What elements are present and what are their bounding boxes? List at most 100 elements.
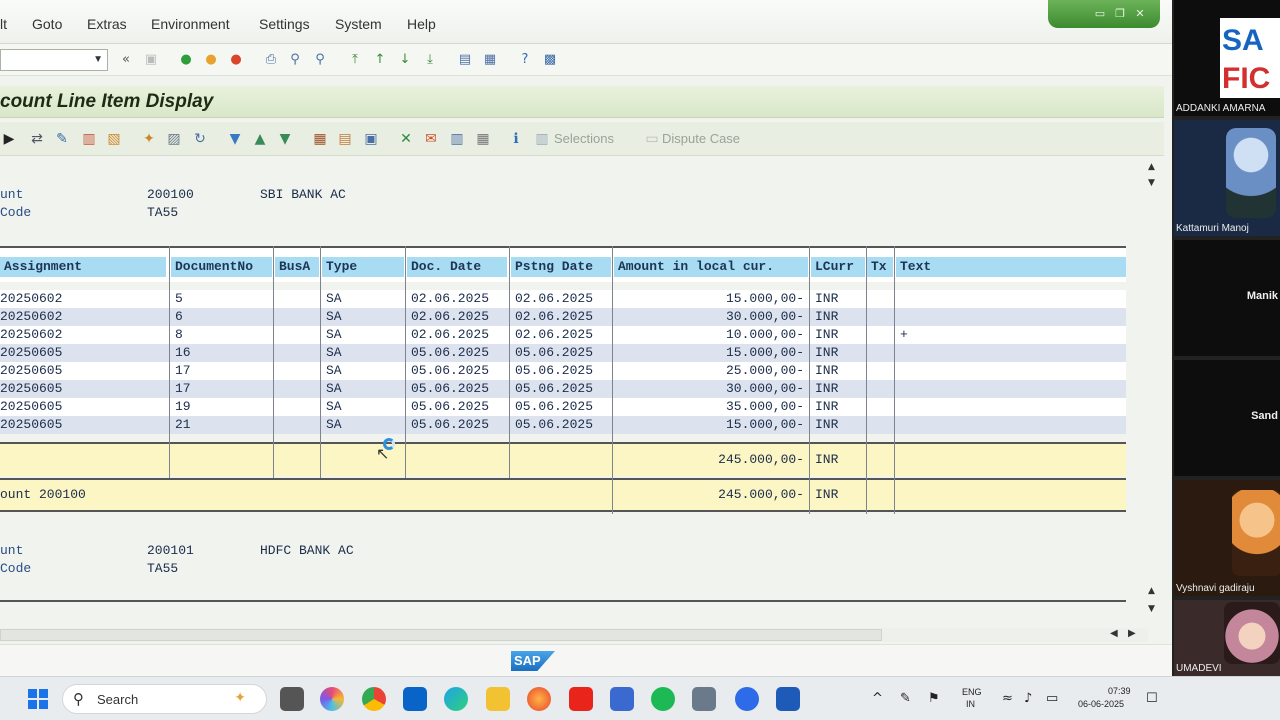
column-header-posting-date[interactable]: Pstng Date: [511, 257, 611, 277]
spotify-icon[interactable]: [651, 687, 675, 711]
wifi-icon[interactable]: ≈: [1002, 691, 1013, 706]
word-icon[interactable]: [776, 687, 800, 711]
menu-system[interactable]: System: [335, 16, 382, 32]
scroll-up-icon[interactable]: ▲: [1148, 162, 1155, 172]
column-header-lcurr[interactable]: LCurr: [811, 257, 865, 277]
menu-environment[interactable]: Environment: [151, 16, 230, 32]
new-session-icon[interactable]: ▤: [457, 52, 473, 68]
previous-page-icon[interactable]: ↑: [372, 52, 388, 68]
participant-tile[interactable]: Manik: [1174, 240, 1280, 356]
shortcut-icon[interactable]: ▦: [482, 52, 498, 68]
restore-icon[interactable]: ❐: [1114, 8, 1126, 20]
menu-extras[interactable]: Extras: [87, 16, 127, 32]
close-icon[interactable]: ✕: [1134, 8, 1146, 20]
file-explorer-icon[interactable]: [486, 687, 510, 711]
zoom-icon[interactable]: [735, 687, 759, 711]
chevron-up-icon[interactable]: ^: [872, 691, 883, 706]
dispute-case-button[interactable]: Dispute Case: [662, 131, 740, 146]
windows-start-icon[interactable]: [28, 689, 48, 709]
column-header-amount[interactable]: Amount in local cur.: [614, 257, 808, 277]
save-layout-icon[interactable]: ▣: [362, 130, 380, 148]
find-icon[interactable]: ⚲: [287, 52, 303, 68]
menu-goto[interactable]: Goto: [32, 16, 62, 32]
choose-icon[interactable]: ▨: [165, 130, 183, 148]
print-icon[interactable]: ⎙: [263, 52, 279, 68]
battery-icon[interactable]: ▭: [1046, 691, 1058, 706]
copilot-spark-icon[interactable]: ✦: [234, 690, 246, 706]
export-excel-icon[interactable]: ✕: [397, 130, 415, 148]
column-header-busa[interactable]: BusA: [275, 257, 319, 277]
copilot-icon[interactable]: [320, 687, 344, 711]
column-header-text[interactable]: Text: [896, 257, 1126, 277]
vertical-scrollbar[interactable]: ▲ ▼ ▲ ▼: [1146, 158, 1160, 628]
scroll-thumb[interactable]: [0, 629, 882, 641]
participant-tile[interactable]: UMADEVI: [1174, 600, 1280, 676]
display-change-icon[interactable]: ⇄: [28, 130, 46, 148]
graphic-icon[interactable]: ▥: [448, 130, 466, 148]
language-indicator[interactable]: ENG: [962, 687, 982, 697]
notifications-icon[interactable]: ☐: [1146, 691, 1158, 706]
scroll-right-icon[interactable]: ▶: [1128, 628, 1136, 639]
back-icon[interactable]: ●: [178, 52, 194, 68]
save-icon[interactable]: ▣: [143, 52, 159, 68]
horizontal-scrollbar[interactable]: ◀ ▶: [0, 628, 1148, 642]
chevron-down-icon[interactable]: ▼: [93, 54, 103, 65]
menu-edit[interactable]: lt: [0, 16, 7, 32]
sort-descending-icon[interactable]: ▼: [276, 130, 294, 148]
clock-time[interactable]: 07:39: [1108, 686, 1131, 696]
selections-button[interactable]: Selections: [554, 131, 614, 146]
sort-ascending-icon[interactable]: ▲: [251, 130, 269, 148]
sap-logon-icon[interactable]: [692, 687, 716, 711]
scroll-down-icon[interactable]: ▼: [1148, 178, 1155, 188]
column-header-doc-date[interactable]: Doc. Date: [407, 257, 507, 277]
chrome-icon[interactable]: [362, 687, 386, 711]
participant-tile[interactable]: SA FIC ADDANKI AMARNA: [1174, 0, 1280, 116]
column-header-documentno[interactable]: DocumentNo: [171, 257, 272, 277]
search-input[interactable]: Search: [97, 692, 138, 707]
menu-settings[interactable]: Settings: [259, 16, 310, 32]
change-layout-icon[interactable]: ▤: [336, 130, 354, 148]
execute-icon[interactable]: ▶: [0, 130, 18, 148]
scroll-up-icon[interactable]: ▲: [1148, 586, 1155, 596]
total-row[interactable]: ount 200100 245.000,00- INR: [0, 478, 1126, 512]
help-icon[interactable]: ?: [517, 52, 533, 68]
column-header-tx[interactable]: Tx: [867, 257, 893, 277]
edge-icon[interactable]: [444, 687, 468, 711]
menu-help[interactable]: Help: [407, 16, 436, 32]
participant-tile[interactable]: Sand: [1174, 360, 1280, 476]
clock-date[interactable]: 06-06-2025: [1078, 699, 1124, 709]
next-page-icon[interactable]: ↓: [397, 52, 413, 68]
scroll-down-icon[interactable]: ▼: [1148, 604, 1155, 614]
minimize-icon[interactable]: ▭: [1094, 8, 1106, 20]
refresh-icon[interactable]: ↻: [191, 130, 209, 148]
layout-icon[interactable]: ▦: [311, 130, 329, 148]
taskbar-search[interactable]: ⚲ Search ✦: [62, 684, 267, 714]
outlook-icon[interactable]: [403, 687, 427, 711]
layout-menu-icon[interactable]: ▩: [542, 52, 558, 68]
scroll-left-icon[interactable]: ◀: [1110, 628, 1118, 639]
abc-analysis-icon[interactable]: ▦: [474, 130, 492, 148]
mic-off-icon[interactable]: ✎: [900, 691, 911, 706]
location-icon[interactable]: ⚑: [928, 691, 940, 706]
find-next-icon[interactable]: ⚲: [312, 52, 328, 68]
filter-icon[interactable]: ▼: [226, 130, 244, 148]
mail-icon[interactable]: ✉: [422, 130, 440, 148]
select-all-icon[interactable]: ▧: [105, 130, 123, 148]
volume-icon[interactable]: ♪: [1024, 691, 1032, 706]
youtube-icon[interactable]: [569, 687, 593, 711]
column-header-assignment[interactable]: Assignment: [0, 257, 166, 277]
participant-tile[interactable]: Kattamuri Manoj: [1174, 120, 1280, 236]
edit-pencil-icon[interactable]: ✎: [53, 130, 71, 148]
task-view-icon[interactable]: [280, 687, 304, 711]
first-page-icon[interactable]: ⤒: [347, 52, 363, 68]
dispute-case-icon[interactable]: ▭: [643, 130, 661, 148]
selections-icon[interactable]: ▥: [533, 130, 551, 148]
cancel-icon[interactable]: ●: [228, 52, 244, 68]
column-header-type[interactable]: Type: [322, 257, 404, 277]
firefox-icon[interactable]: [527, 687, 551, 711]
last-page-icon[interactable]: ⤓: [422, 52, 438, 68]
exit-icon[interactable]: ●: [203, 52, 219, 68]
command-field[interactable]: ▼: [0, 49, 108, 71]
store-icon[interactable]: [610, 687, 634, 711]
back-history-icon[interactable]: «: [118, 52, 134, 68]
